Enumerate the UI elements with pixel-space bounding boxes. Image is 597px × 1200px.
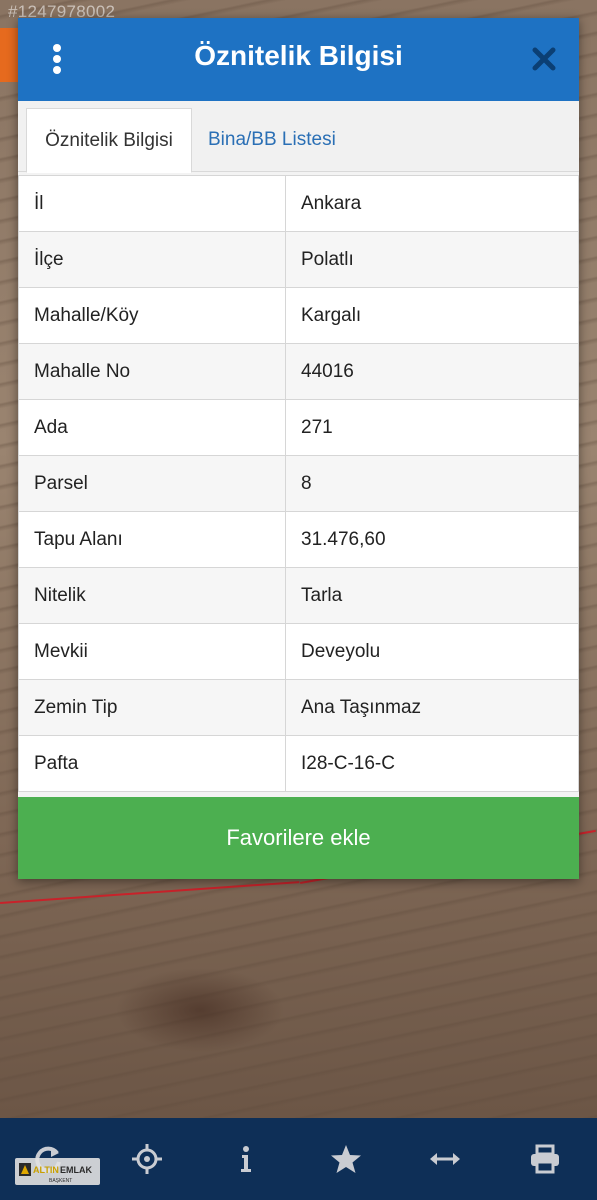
- table-row: Pafta I28-C-16-C: [18, 735, 579, 792]
- attribute-key: Ada: [18, 399, 286, 456]
- parcel-boundary-line: [0, 881, 300, 904]
- attribute-key: Pafta: [18, 735, 286, 792]
- attribute-key: Mahalle/Köy: [18, 287, 286, 344]
- attribute-value: 44016: [285, 343, 579, 400]
- print-icon[interactable]: [528, 1142, 562, 1176]
- attribute-key: Tapu Alanı: [18, 511, 286, 568]
- attribute-value: Polatlı: [285, 231, 579, 288]
- table-row: Mahalle No 44016: [18, 343, 579, 400]
- tab-bar: Öznitelik Bilgisi Bina/BB Listesi: [18, 101, 579, 173]
- attribute-key: Mevkii: [18, 623, 286, 680]
- brand-logo: ALTIN EMLAK BAŞKENT: [15, 1158, 100, 1185]
- attribute-value: 8: [285, 455, 579, 512]
- close-icon[interactable]: [531, 46, 557, 72]
- tab-attribute-info[interactable]: Öznitelik Bilgisi: [26, 108, 192, 173]
- attribute-value: Tarla: [285, 567, 579, 624]
- attribute-value: Kargalı: [285, 287, 579, 344]
- attribute-value: Ana Taşınmaz: [285, 679, 579, 736]
- attribute-value: I28-C-16-C: [285, 735, 579, 792]
- table-row: Ada 271: [18, 399, 579, 456]
- attribute-info-dialog: Öznitelik Bilgisi Öznitelik Bilgisi Bina…: [18, 18, 579, 879]
- attribute-key: İl: [18, 175, 286, 232]
- attribute-value: Ankara: [285, 175, 579, 232]
- tab-building-list[interactable]: Bina/BB Listesi: [208, 108, 336, 171]
- table-row: Nitelik Tarla: [18, 567, 579, 624]
- attribute-table: İl Ankara İlçe Polatlı Mahalle/Köy Karga…: [18, 175, 579, 792]
- app-bar-fragment: [0, 28, 20, 82]
- add-to-favorites-button[interactable]: Favorilere ekle: [18, 797, 579, 879]
- table-row: Zemin Tip Ana Taşınmaz: [18, 679, 579, 736]
- info-icon[interactable]: [229, 1142, 263, 1176]
- attribute-value: Deveyolu: [285, 623, 579, 680]
- attribute-key: İlçe: [18, 231, 286, 288]
- table-row: Mevkii Deveyolu: [18, 623, 579, 680]
- table-row: İlçe Polatlı: [18, 231, 579, 288]
- crosshair-icon[interactable]: [130, 1142, 164, 1176]
- dialog-title: Öznitelik Bilgisi: [194, 40, 403, 71]
- svg-text:EMLAK: EMLAK: [60, 1165, 92, 1175]
- attribute-value: 271: [285, 399, 579, 456]
- attribute-key: Nitelik: [18, 567, 286, 624]
- table-row: İl Ankara: [18, 175, 579, 232]
- measure-icon[interactable]: [428, 1142, 462, 1176]
- attribute-value: 31.476,60: [285, 511, 579, 568]
- attribute-key: Mahalle No: [18, 343, 286, 400]
- table-row: Parsel 8: [18, 455, 579, 512]
- table-row: Mahalle/Köy Kargalı: [18, 287, 579, 344]
- attribute-key: Parsel: [18, 455, 286, 512]
- table-row: Tapu Alanı 31.476,60: [18, 511, 579, 568]
- attribute-key: Zemin Tip: [18, 679, 286, 736]
- dialog-header: Öznitelik Bilgisi: [18, 18, 579, 101]
- svg-text:BAŞKENT: BAŞKENT: [49, 1178, 72, 1184]
- star-icon[interactable]: [329, 1142, 363, 1176]
- svg-text:ALTIN: ALTIN: [33, 1165, 59, 1175]
